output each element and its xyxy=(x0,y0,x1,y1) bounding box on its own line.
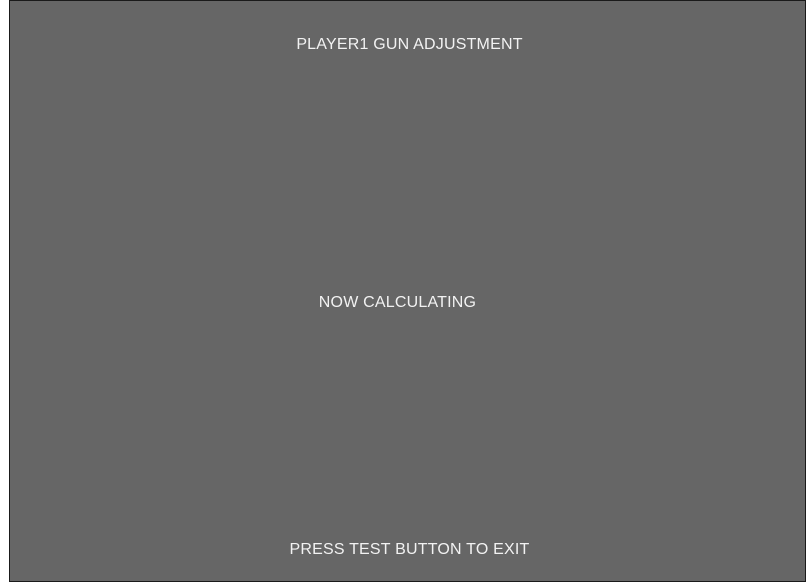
screen-title: PLAYER1 GUN ADJUSTMENT xyxy=(296,36,523,53)
calculating-status: NOW CALCULATING xyxy=(318,294,477,311)
gun-adjustment-screen: PLAYER1 GUN ADJUSTMENT NOW CALCULATING P… xyxy=(9,0,806,582)
exit-instruction: PRESS TEST BUTTON TO EXIT xyxy=(289,541,530,558)
